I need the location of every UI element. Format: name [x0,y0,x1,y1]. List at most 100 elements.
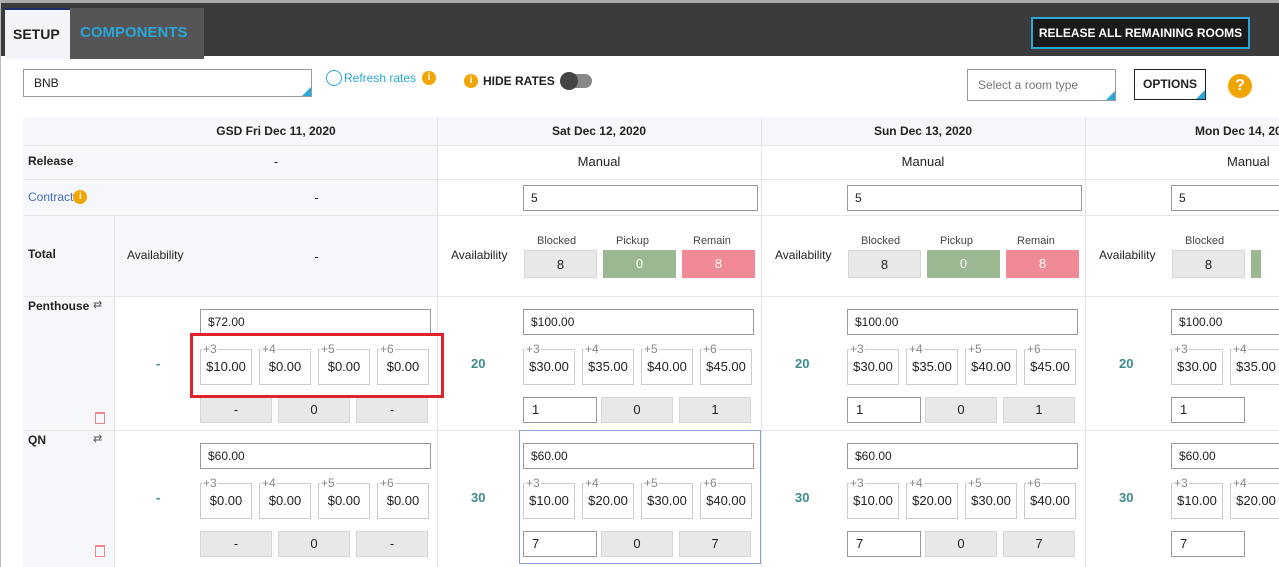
base-rate-input[interactable]: $72.00 [200,309,431,335]
date-header: Sat Dec 12, 2020 [551,124,647,138]
row-label-total: Total [28,247,56,261]
availability-value: 20 [471,356,486,371]
refresh-rates-label: Refresh rates [344,71,417,85]
allocation-cell: 0 [925,531,997,557]
release-value: Manual [1227,154,1270,169]
trash-icon[interactable] [95,412,105,424]
pickup-value: 0 [603,250,676,278]
remain-value: 8 [1006,250,1079,278]
release-all-remaining-rooms-button[interactable]: RELEASE ALL REMAINING ROOMS [1031,17,1250,49]
availability-value: 20 [795,356,810,371]
trash-icon[interactable] [95,545,105,557]
extra-rate-label: +5 [967,476,983,490]
contract-input[interactable]: 5 [1171,185,1279,211]
tab-components[interactable]: COMPONENTS [70,8,204,59]
room-type-placeholder: Select a room type [978,78,1079,92]
hide-rates-label: HIDE RATES [483,74,555,88]
app-window: SETUP COMPONENTS RELEASE ALL REMAINING R… [0,0,1279,567]
allocation-cell[interactable]: 1 [523,397,597,423]
divider [761,117,762,567]
extra-rate-label: +5 [320,476,336,490]
options-button[interactable]: OPTIONS [1134,69,1206,100]
extra-rate-label: +6 [702,342,718,356]
dropdown-indicator-icon [1106,91,1115,100]
remain-value: 8 [682,250,755,278]
divider [23,179,1279,180]
contract-value: - [314,190,319,205]
base-rate-input[interactable]: $100.00 [1171,309,1279,335]
block-select[interactable]: BNB [23,69,312,97]
base-rate-input[interactable]: $60.00 [847,443,1078,469]
top-bar: SETUP COMPONENTS RELEASE ALL REMAINING R… [1,0,1279,59]
room-name-penthouse: Penthouse [28,299,90,313]
pickup-value: 0 [927,250,1000,278]
toggle-knob [559,72,578,90]
base-rate-input[interactable]: $60.00 [1171,443,1279,469]
extra-rate-label: +3 [1173,342,1189,356]
allocation-cell[interactable]: 7 [1171,531,1245,557]
availability-label: Availability [1099,248,1156,262]
allocation-cell[interactable]: 1 [847,397,921,423]
block-select-value: BNB [34,76,59,90]
info-icon: i [422,71,437,85]
allocation-cell[interactable]: 1 [1171,397,1245,423]
extra-rate-label: +4 [908,342,924,356]
base-rate-input[interactable]: $60.00 [523,443,754,469]
row-label-release: Release [28,154,74,168]
blocked-value: 8 [524,250,597,278]
refresh-icon [326,70,342,86]
availability-value: 30 [1119,490,1134,505]
gsd-column-bg [114,117,438,297]
row-label-contract[interactable]: Contract i [28,190,88,204]
divider [23,215,1279,216]
availability-value: 30 [471,490,486,505]
extra-rate-label: +3 [525,476,541,490]
availability-label: Availability [127,248,184,262]
extra-rate-label: +3 [202,476,218,490]
base-rate-input[interactable]: $60.00 [200,443,431,469]
divider [23,296,1279,297]
allocation-cell[interactable]: 7 [847,531,921,557]
swap-icon[interactable]: ⇄ [93,432,102,445]
blocked-label: Blocked [537,235,577,247]
options-label: OPTIONS [1142,77,1197,91]
contract-input[interactable]: 5 [523,185,758,211]
allocation-cell: 7 [1003,531,1075,557]
extra-rate-label: +4 [584,342,600,356]
extra-rate-label: +5 [643,342,659,356]
release-value: Manual [901,154,945,169]
extra-rate-label: +6 [1026,342,1042,356]
refresh-rates-link[interactable]: Refresh rates i [326,70,437,86]
extra-rate-label: +6 [702,476,718,490]
allocation-cell: 7 [679,531,751,557]
release-value: - [273,154,279,169]
divider [1085,117,1086,567]
release-value: Manual [577,154,621,169]
blocked-label: Blocked [861,235,901,247]
availability-value: 30 [795,490,810,505]
contract-input[interactable]: 5 [847,185,1082,211]
blocked-value: 8 [848,250,921,278]
help-icon[interactable]: ? [1228,74,1252,98]
hide-rates-control: i HIDE RATES [464,72,592,90]
extra-rate-label: +3 [849,476,865,490]
info-icon: i [73,190,88,204]
extra-rate-label: +4 [1232,342,1248,356]
pickup-value-partial [1251,250,1261,278]
base-rate-input[interactable]: $100.00 [523,309,754,335]
availability-value: 20 [1119,356,1134,371]
swap-icon[interactable]: ⇄ [93,298,102,311]
tab-setup[interactable]: SETUP [5,8,70,59]
info-icon: i [464,74,478,88]
base-rate-input[interactable]: $100.00 [847,309,1078,335]
hide-rates-toggle[interactable] [559,72,592,90]
room-type-select[interactable]: Select a room type [967,69,1116,101]
extra-rate-label: +3 [849,342,865,356]
date-header: Mon Dec 14, 2020 [1195,124,1279,138]
extra-rate-label: +5 [967,342,983,356]
pickup-label: Pickup [616,235,650,247]
label-column-bg [23,117,114,567]
remain-label: Remain [1017,235,1055,247]
dropdown-indicator-icon [302,87,311,96]
allocation-cell[interactable]: 7 [523,531,597,557]
